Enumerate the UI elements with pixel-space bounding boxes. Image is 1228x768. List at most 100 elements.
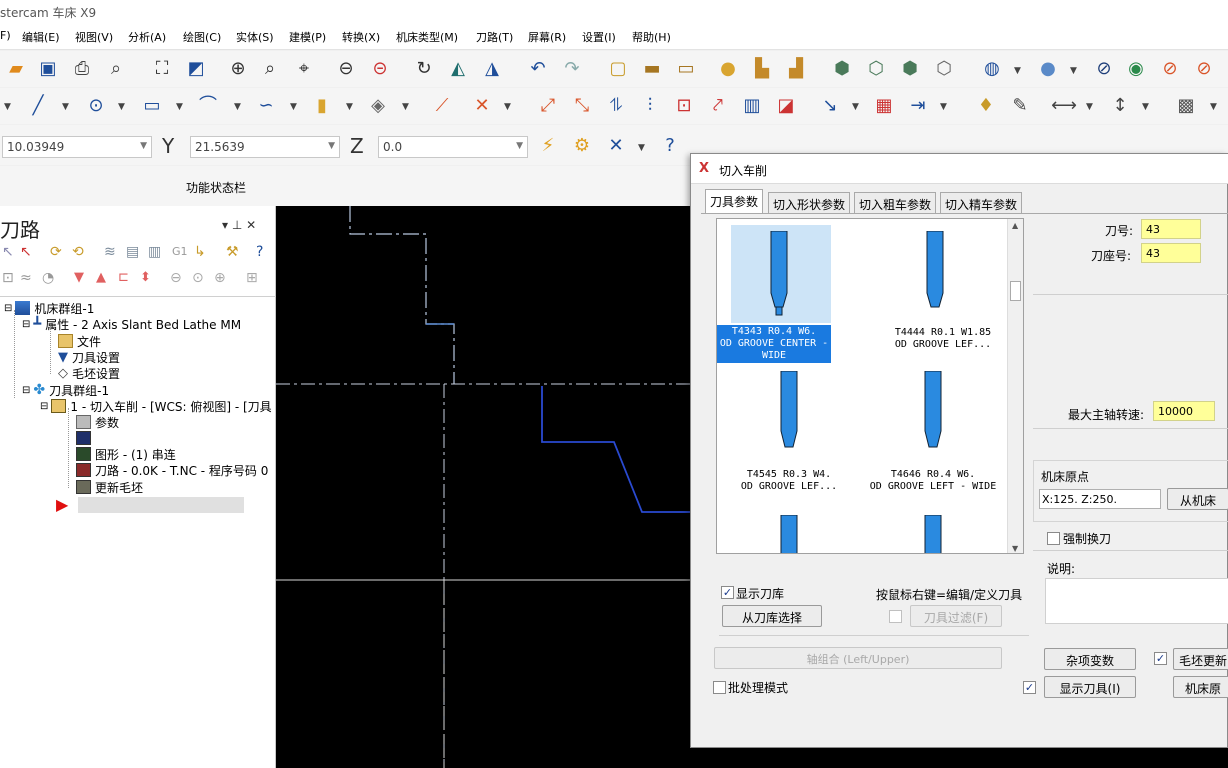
menu-screen[interactable]: 屏幕(R) bbox=[528, 29, 566, 45]
shading-icon[interactable]: ● bbox=[716, 57, 740, 81]
misc-values-button[interactable]: 杂项变数 bbox=[1044, 648, 1136, 670]
import-icon[interactable]: ⇥ bbox=[906, 94, 930, 118]
turret-number-field[interactable]: 43 bbox=[1141, 243, 1201, 263]
layer-icon[interactable]: ⊘ bbox=[1192, 57, 1216, 81]
dimension-v-dropdown-icon[interactable]: ▼ bbox=[1142, 102, 1149, 112]
sphere-dropdown-icon[interactable]: ▼ bbox=[1070, 66, 1077, 76]
insert-arrow-icon[interactable]: ⊏ bbox=[118, 270, 129, 285]
stock-icon-2[interactable]: ▬ bbox=[640, 57, 664, 81]
drag-icon[interactable]: ↘ bbox=[818, 94, 842, 118]
solid-icon-4[interactable]: ⬡ bbox=[932, 57, 956, 81]
filter-icon[interactable]: ⊕ bbox=[214, 270, 226, 286]
spline-icon[interactable]: ∽ bbox=[254, 94, 278, 118]
post-lock-icon[interactable]: ◔ bbox=[42, 270, 54, 286]
fillet-icon[interactable]: ⌒ bbox=[196, 94, 220, 118]
rectangle-icon[interactable]: ▭ bbox=[140, 94, 164, 118]
select-all-icon[interactable]: ↖ bbox=[2, 244, 14, 260]
menu-edit[interactable]: 编辑(E) bbox=[22, 29, 60, 45]
fillet-dropdown-icon[interactable]: ▼ bbox=[234, 102, 241, 112]
stock-icon-1[interactable]: ▢ bbox=[606, 57, 630, 81]
tailstock-icon[interactable]: ▟ bbox=[784, 57, 808, 81]
tool-filter-button[interactable]: 刀具过滤(F) bbox=[910, 605, 1002, 627]
hatch-icon[interactable]: ▩ bbox=[1174, 94, 1198, 118]
redo-icon[interactable]: ↷ bbox=[560, 57, 584, 81]
menu-draw[interactable]: 绘图(C) bbox=[183, 29, 221, 45]
note-icon[interactable]: ✎ bbox=[1008, 94, 1032, 118]
x-coordinate-field[interactable]: 10.03949 ▼ bbox=[2, 136, 152, 158]
tree-parameters[interactable]: 参数 bbox=[76, 414, 119, 430]
rectangle-dropdown-icon[interactable]: ▼ bbox=[176, 102, 183, 112]
tool-number-field[interactable]: 43 bbox=[1141, 219, 1201, 239]
spline-dropdown-icon[interactable]: ▼ bbox=[290, 102, 297, 112]
tool-item-t4646[interactable]: T4646 R0.4 W6. OD GROOVE LEFT - WIDE bbox=[861, 369, 1001, 511]
verify-icon[interactable]: ▤ bbox=[126, 244, 139, 260]
window-icon[interactable]: ◩ bbox=[184, 57, 208, 81]
regen-icon[interactable]: ⟳ bbox=[50, 244, 62, 260]
autocursor-settings-icon[interactable]: ⚙ bbox=[570, 134, 594, 158]
rotate-xform-icon[interactable]: ⤡ bbox=[570, 94, 594, 118]
tab-tool-params[interactable]: 刀具参数 bbox=[705, 189, 764, 214]
tree-update-stock[interactable]: 更新毛坯 bbox=[76, 479, 143, 495]
menu-file[interactable]: F) bbox=[0, 29, 11, 42]
menu-analyze[interactable]: 分析(A) bbox=[128, 29, 166, 45]
g1-icon[interactable]: G1 bbox=[172, 245, 188, 258]
tool-list-scrollbar[interactable]: ▲ ▼ bbox=[1007, 219, 1023, 553]
select-dropdown-icon[interactable]: ▼ bbox=[638, 143, 645, 153]
insert-position-row[interactable] bbox=[78, 497, 244, 513]
show-tool-button[interactable]: 显示刀具(I) bbox=[1044, 676, 1136, 698]
color-icon[interactable]: ◉ bbox=[1124, 57, 1148, 81]
expand-icon[interactable]: ⊞ bbox=[246, 270, 258, 286]
zoom-pointer-icon[interactable]: ⌖ bbox=[292, 57, 316, 81]
menu-view[interactable]: 视图(V) bbox=[75, 29, 113, 45]
max-spindle-field[interactable]: 10000 bbox=[1153, 401, 1215, 421]
delete-dropdown-icon[interactable]: ▼ bbox=[504, 102, 511, 112]
y-coordinate-field[interactable]: 21.5639 ▼ bbox=[190, 136, 340, 158]
scale-icon[interactable]: ⊡ bbox=[672, 94, 696, 118]
zoom-out-icon[interactable]: ⊝ bbox=[368, 57, 392, 81]
tree-operation-groove[interactable]: ⊟ 1 - 切入车削 - [WCS: 俯视图] - [刀具 bbox=[40, 398, 272, 414]
cylinder-dropdown-icon[interactable]: ▼ bbox=[346, 102, 353, 112]
show-library-checkbox[interactable]: ✓ bbox=[721, 586, 734, 599]
translate-icon[interactable]: ⤢ bbox=[536, 94, 560, 118]
globe-icon[interactable]: ◍ bbox=[980, 57, 1004, 81]
save-icon[interactable]: ▣ bbox=[36, 57, 60, 81]
tab-groove-shape[interactable]: 切入形状参数 bbox=[768, 192, 851, 213]
tree-machine-group[interactable]: ⊟ 机床群组-1 bbox=[4, 300, 94, 316]
tool-list[interactable]: T4343 R0.4 W6. OD GROOVE CENTER - WIDE T… bbox=[716, 218, 1024, 554]
dimension-v-icon[interactable]: ↕ bbox=[1108, 94, 1132, 118]
import-dropdown-icon[interactable]: ▼ bbox=[940, 102, 947, 112]
solid-icon-3[interactable]: ⬢ bbox=[898, 57, 922, 81]
y-dropdown-icon[interactable]: ▼ bbox=[328, 141, 335, 151]
fast-point-icon[interactable]: ⚡ bbox=[536, 134, 560, 158]
z-coordinate-field[interactable]: 0.0 ▼ bbox=[378, 136, 528, 158]
point-dropdown-icon[interactable]: ▼ bbox=[4, 102, 11, 112]
tree-toolpath-group[interactable]: ⊟ ✤ 刀具群组-1 bbox=[22, 382, 109, 398]
simulate-icon[interactable]: ▥ bbox=[148, 244, 161, 260]
hatch-dropdown-icon[interactable]: ▼ bbox=[1210, 102, 1217, 112]
zoom-window-icon[interactable]: ⊕ bbox=[226, 57, 250, 81]
tool-item-t4343[interactable]: T4343 R0.4 W6. OD GROOVE CENTER - WIDE bbox=[717, 225, 871, 367]
tab-groove-rough[interactable]: 切入粗车参数 bbox=[854, 192, 937, 213]
menu-model[interactable]: 建模(P) bbox=[289, 29, 326, 45]
print-preview-icon[interactable]: ⌕ bbox=[104, 57, 128, 81]
z-dropdown-icon[interactable]: ▼ bbox=[516, 141, 523, 151]
backplot-icon[interactable]: ≋ bbox=[104, 244, 116, 260]
bounding-box-icon[interactable]: ◈ bbox=[366, 94, 390, 118]
hide-icon[interactable]: ⊘ bbox=[1092, 57, 1116, 81]
tree-tool[interactable] bbox=[76, 430, 95, 446]
regen-dirty-icon[interactable]: ⟲ bbox=[72, 244, 84, 260]
only-selected-icon[interactable]: ⊖ bbox=[170, 270, 182, 286]
x-dropdown-icon[interactable]: ▼ bbox=[140, 141, 147, 151]
stock-icon-3[interactable]: ▭ bbox=[674, 57, 698, 81]
trim-icon[interactable]: ⟋ bbox=[430, 94, 454, 118]
help-icon[interactable]: ? bbox=[658, 134, 682, 158]
circle-dropdown-icon[interactable]: ▼ bbox=[118, 102, 125, 112]
move-up-icon[interactable]: ▲ bbox=[96, 270, 106, 285]
light-icon[interactable]: ♦ bbox=[974, 94, 998, 118]
rotate-icon[interactable]: ↻ bbox=[412, 57, 436, 81]
fit-icon[interactable]: ⛶ bbox=[150, 57, 174, 81]
drag-dropdown-icon[interactable]: ▼ bbox=[852, 102, 859, 112]
from-machine-button[interactable]: 从机床 bbox=[1167, 488, 1228, 510]
stock-update-button[interactable]: 毛坯更新 bbox=[1173, 648, 1228, 670]
batch-mode-checkbox[interactable] bbox=[713, 681, 726, 694]
